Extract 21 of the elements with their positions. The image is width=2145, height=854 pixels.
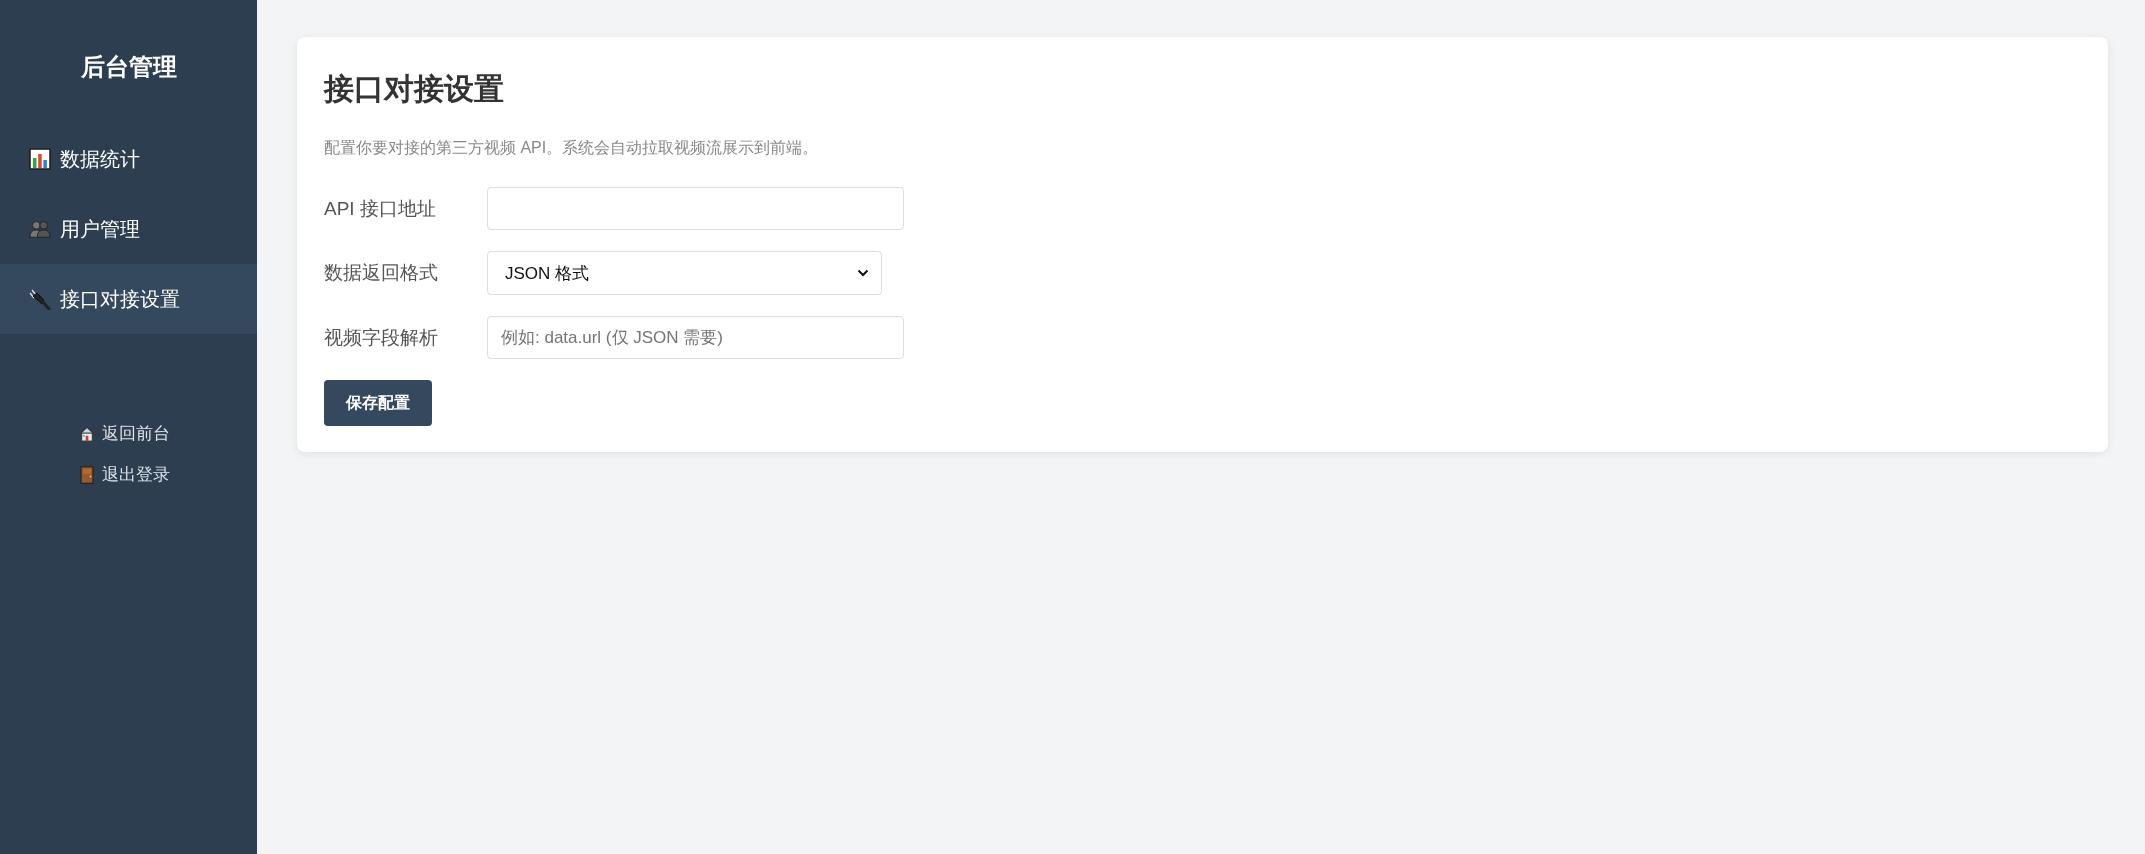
nav-item[interactable]: 用户管理 <box>0 194 257 264</box>
people-icon <box>29 218 51 240</box>
field-label: 数据返回格式 <box>324 261 439 285</box>
sidebar-link[interactable]: 返回前台 <box>79 419 178 449</box>
field-label: 视频字段解析 <box>324 325 439 350</box>
page-description: 配置你要对接的第三方视频 API。系统会自动拉取视频流展示到前端。 <box>324 138 820 158</box>
nav-item[interactable]: 接口对接设置 <box>0 264 257 334</box>
nav-item[interactable]: 数据统计 <box>0 124 257 194</box>
input-field[interactable]: 例如: data.url (仅 JSON 需要) <box>487 316 904 359</box>
input-field[interactable] <box>487 187 904 230</box>
page-title: 接口对接设置 <box>324 71 505 107</box>
save-button[interactable]: 保存配置 <box>324 380 432 426</box>
door-icon <box>79 466 95 484</box>
select-field[interactable]: JSON 格式 <box>487 251 882 295</box>
bar-chart-icon <box>29 148 51 170</box>
sidebar-link[interactable]: 退出登录 <box>79 460 178 490</box>
plug-icon <box>29 288 51 310</box>
field-label: API 接口地址 <box>324 196 437 221</box>
sidebar-title: 后台管理 <box>79 52 178 82</box>
house-icon <box>79 425 95 443</box>
chevron-icon <box>857 269 869 277</box>
